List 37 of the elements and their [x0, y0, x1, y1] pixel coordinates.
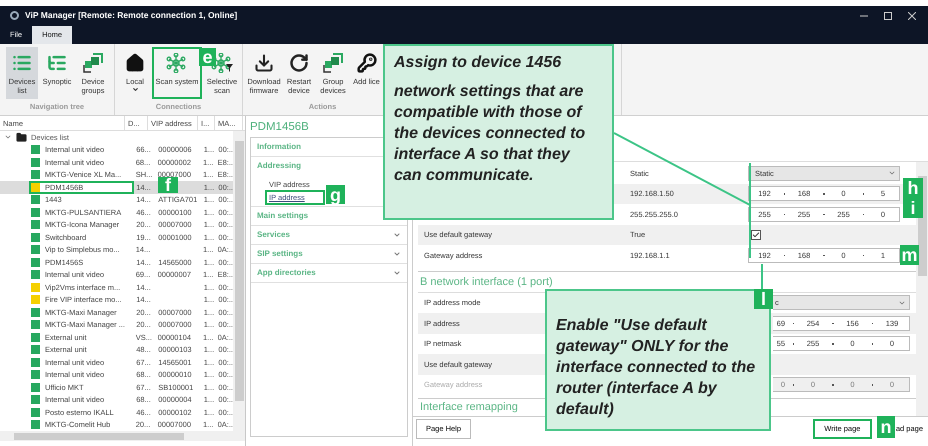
step-label: n	[877, 416, 895, 438]
download-icon	[254, 53, 274, 73]
window-title: ViP Manager [Remote: Remote connection 1, Online]	[25, 9, 238, 22]
tree-icon	[47, 53, 67, 73]
checkbox[interactable]	[751, 230, 761, 240]
section-heading: Interface remapping	[419, 400, 518, 415]
caret-icon	[132, 86, 138, 93]
section-heading: B network interface (1 port)	[419, 274, 553, 290]
groups-icon	[83, 53, 103, 73]
scrollbar[interactable]	[0, 431, 245, 441]
step-label: f	[158, 177, 178, 193]
chevron-icon	[393, 269, 401, 277]
restart-icon	[289, 53, 309, 73]
callout-text: Assign to device 1456	[394, 53, 562, 73]
groups-icon	[323, 53, 343, 73]
step-label: g	[326, 185, 345, 204]
callout-text: network settings that are compatible with those of the devices connected to interface A so that they can communicate.	[394, 82, 586, 186]
maximize-icon[interactable]	[884, 12, 892, 20]
folder-icon	[16, 132, 27, 143]
chevron-icon	[393, 250, 401, 258]
scrollbar[interactable]	[916, 162, 928, 416]
list-icon	[12, 53, 32, 73]
key-icon	[356, 53, 376, 73]
device-title: PDM1456B	[250, 120, 309, 135]
leader-line	[761, 264, 763, 289]
home-icon	[125, 53, 145, 73]
step-label: l	[754, 289, 773, 309]
step-label: i	[903, 198, 923, 218]
chevron-icon	[393, 231, 401, 239]
app-logo-icon	[10, 11, 19, 20]
step-label: h	[903, 178, 923, 198]
scrollbar[interactable]	[233, 131, 245, 431]
callout-text: Enable "Use default gateway" ONLY for the interface connected to the router (interface A by default)	[556, 316, 756, 420]
network-icon	[166, 53, 188, 73]
step-label: m	[900, 245, 919, 265]
step-label: e	[199, 48, 216, 66]
close-icon[interactable]	[908, 12, 916, 20]
